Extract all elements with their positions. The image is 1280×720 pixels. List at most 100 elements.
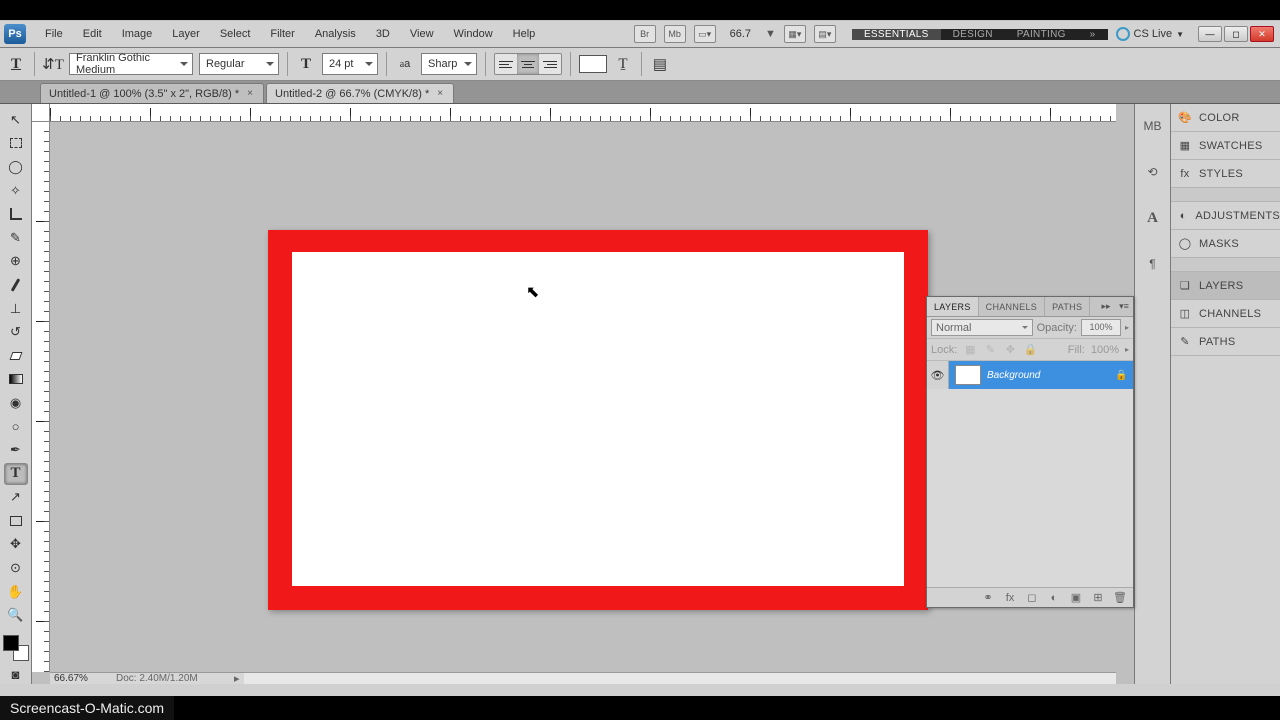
- move-tool[interactable]: ↖: [5, 110, 27, 130]
- font-weight-select[interactable]: Regular: [199, 53, 279, 75]
- document-canvas[interactable]: [268, 230, 928, 610]
- dodge-tool[interactable]: ○: [5, 417, 27, 437]
- maximize-button[interactable]: ◻: [1224, 26, 1248, 42]
- screen-mode-icon[interactable]: ▭▾: [694, 25, 716, 43]
- workspace-painting[interactable]: PAINTING: [1005, 29, 1078, 40]
- collapse-panel-icon[interactable]: ▸▸: [1097, 297, 1115, 316]
- panel-channels[interactable]: ◫CHANNELS: [1171, 300, 1280, 328]
- menu-analysis[interactable]: Analysis: [306, 24, 365, 44]
- horizontal-scrollbar[interactable]: [244, 673, 1116, 685]
- foreground-color-swatch[interactable]: [3, 635, 19, 651]
- shape-tool[interactable]: [5, 511, 27, 531]
- menu-filter[interactable]: Filter: [261, 24, 303, 44]
- type-tool[interactable]: T: [5, 464, 27, 484]
- panel-color[interactable]: 🎨COLOR: [1171, 104, 1280, 132]
- tab-paths[interactable]: PATHS: [1045, 297, 1090, 316]
- stamp-tool[interactable]: ⊥: [5, 299, 27, 319]
- close-icon[interactable]: ×: [435, 88, 445, 99]
- chevron-right-icon[interactable]: ▸: [1125, 345, 1129, 354]
- minimize-button[interactable]: —: [1198, 26, 1222, 42]
- tab-channels[interactable]: CHANNELS: [979, 297, 1045, 316]
- layer-name[interactable]: Background: [987, 370, 1115, 381]
- hand-tool[interactable]: ✋: [5, 582, 27, 602]
- doc-info[interactable]: Doc: 2.40M/1.20M: [110, 673, 230, 684]
- lock-pixels-icon[interactable]: ✎: [983, 343, 997, 357]
- workspace-essentials[interactable]: ESSENTIALS: [852, 29, 941, 40]
- workspace-design[interactable]: DESIGN: [941, 29, 1005, 40]
- menu-window[interactable]: Window: [445, 24, 502, 44]
- workspace-more-icon[interactable]: »: [1078, 29, 1108, 40]
- panel-styles[interactable]: fxSTYLES: [1171, 160, 1280, 188]
- tool-preset-icon[interactable]: T: [6, 54, 26, 74]
- pen-tool[interactable]: ✒: [5, 440, 27, 460]
- blur-tool[interactable]: ◉: [5, 393, 27, 413]
- font-family-select[interactable]: Franklin Gothic Medium: [69, 53, 193, 75]
- panel-paths[interactable]: ✎PATHS: [1171, 328, 1280, 356]
- brush-tool[interactable]: [5, 275, 27, 295]
- menu-help[interactable]: Help: [504, 24, 545, 44]
- align-center-button[interactable]: [517, 54, 539, 74]
- menu-view[interactable]: View: [401, 24, 443, 44]
- eyedropper-tool[interactable]: ✎: [5, 228, 27, 248]
- minibridge-panel-icon[interactable]: MB: [1142, 116, 1164, 136]
- delete-layer-icon[interactable]: 🗑: [1113, 591, 1127, 604]
- menu-image[interactable]: Image: [113, 24, 162, 44]
- gradient-tool[interactable]: [5, 370, 27, 390]
- menu-layer[interactable]: Layer: [163, 24, 209, 44]
- panel-layers[interactable]: ❏LAYERS: [1171, 272, 1280, 300]
- lock-transparency-icon[interactable]: ▦: [963, 343, 977, 357]
- color-picker[interactable]: [3, 635, 29, 660]
- zoom-percentage[interactable]: 66.67%: [50, 673, 110, 684]
- close-icon[interactable]: ×: [245, 88, 255, 99]
- group-icon[interactable]: ▣: [1069, 591, 1083, 604]
- minibridge-icon[interactable]: Mb: [664, 25, 686, 43]
- healing-tool[interactable]: ⊕: [5, 252, 27, 272]
- ruler-vertical[interactable]: [32, 122, 50, 672]
- character-panel-icon[interactable]: ▤: [650, 54, 670, 74]
- new-layer-icon[interactable]: ⊞: [1091, 591, 1105, 604]
- path-select-tool[interactable]: ↗: [5, 488, 27, 508]
- mask-icon[interactable]: ◻: [1025, 591, 1039, 604]
- panel-menu-icon[interactable]: ▾≡: [1115, 297, 1133, 316]
- 3d-camera-tool[interactable]: ⊙: [5, 558, 27, 578]
- menu-edit[interactable]: Edit: [74, 24, 111, 44]
- fill-input[interactable]: 100%: [1091, 344, 1119, 356]
- lock-position-icon[interactable]: ✥: [1003, 343, 1017, 357]
- font-size-select[interactable]: 24 pt: [322, 53, 378, 75]
- visibility-eye-icon[interactable]: 👁: [927, 361, 949, 389]
- history-brush-tool[interactable]: ↺: [5, 322, 27, 342]
- layer-thumbnail[interactable]: [955, 365, 981, 385]
- doc-tab-2[interactable]: Untitled-2 @ 66.7% (CMYK/8) * ×: [266, 83, 454, 103]
- text-color-swatch[interactable]: [579, 55, 607, 73]
- panel-adjustments[interactable]: ◐ADJUSTMENTS: [1171, 202, 1280, 230]
- panel-swatches[interactable]: ▦SWATCHES: [1171, 132, 1280, 160]
- ruler-origin[interactable]: [32, 104, 50, 122]
- align-left-button[interactable]: [495, 54, 517, 74]
- history-panel-icon[interactable]: ⟲: [1142, 162, 1164, 182]
- chevron-right-icon[interactable]: ▸: [1125, 323, 1129, 332]
- arrange-docs-icon[interactable]: ▤▾: [814, 25, 836, 43]
- menu-3d[interactable]: 3D: [367, 24, 399, 44]
- chevron-right-icon[interactable]: ▸: [230, 672, 244, 684]
- zoom-tool[interactable]: 🔍: [5, 605, 27, 625]
- marquee-tool[interactable]: [5, 134, 27, 154]
- blend-mode-select[interactable]: Normal: [931, 319, 1033, 336]
- crop-tool[interactable]: [5, 204, 27, 224]
- doc-tab-1[interactable]: Untitled-1 @ 100% (3.5" x 2", RGB/8) * ×: [40, 83, 264, 103]
- cslive-button[interactable]: CS Live ▼: [1116, 27, 1184, 41]
- link-layers-icon[interactable]: ⚭: [981, 591, 995, 604]
- antialias-select[interactable]: Sharp: [421, 53, 477, 75]
- eraser-tool[interactable]: [5, 346, 27, 366]
- view-extras-icon[interactable]: ▦▾: [784, 25, 806, 43]
- 3d-tool[interactable]: ✥: [5, 535, 27, 555]
- layer-background[interactable]: 👁 Background 🔒: [927, 361, 1133, 389]
- wand-tool[interactable]: ✧: [5, 181, 27, 201]
- character-panel-icon[interactable]: A: [1142, 208, 1164, 228]
- menu-select[interactable]: Select: [211, 24, 260, 44]
- align-right-button[interactable]: [539, 54, 561, 74]
- menu-file[interactable]: File: [36, 24, 72, 44]
- panel-masks[interactable]: ◯MASKS: [1171, 230, 1280, 258]
- close-button[interactable]: ✕: [1250, 26, 1274, 42]
- quickmask-tool[interactable]: ◙: [5, 665, 27, 685]
- paragraph-panel-icon[interactable]: ¶: [1142, 254, 1164, 274]
